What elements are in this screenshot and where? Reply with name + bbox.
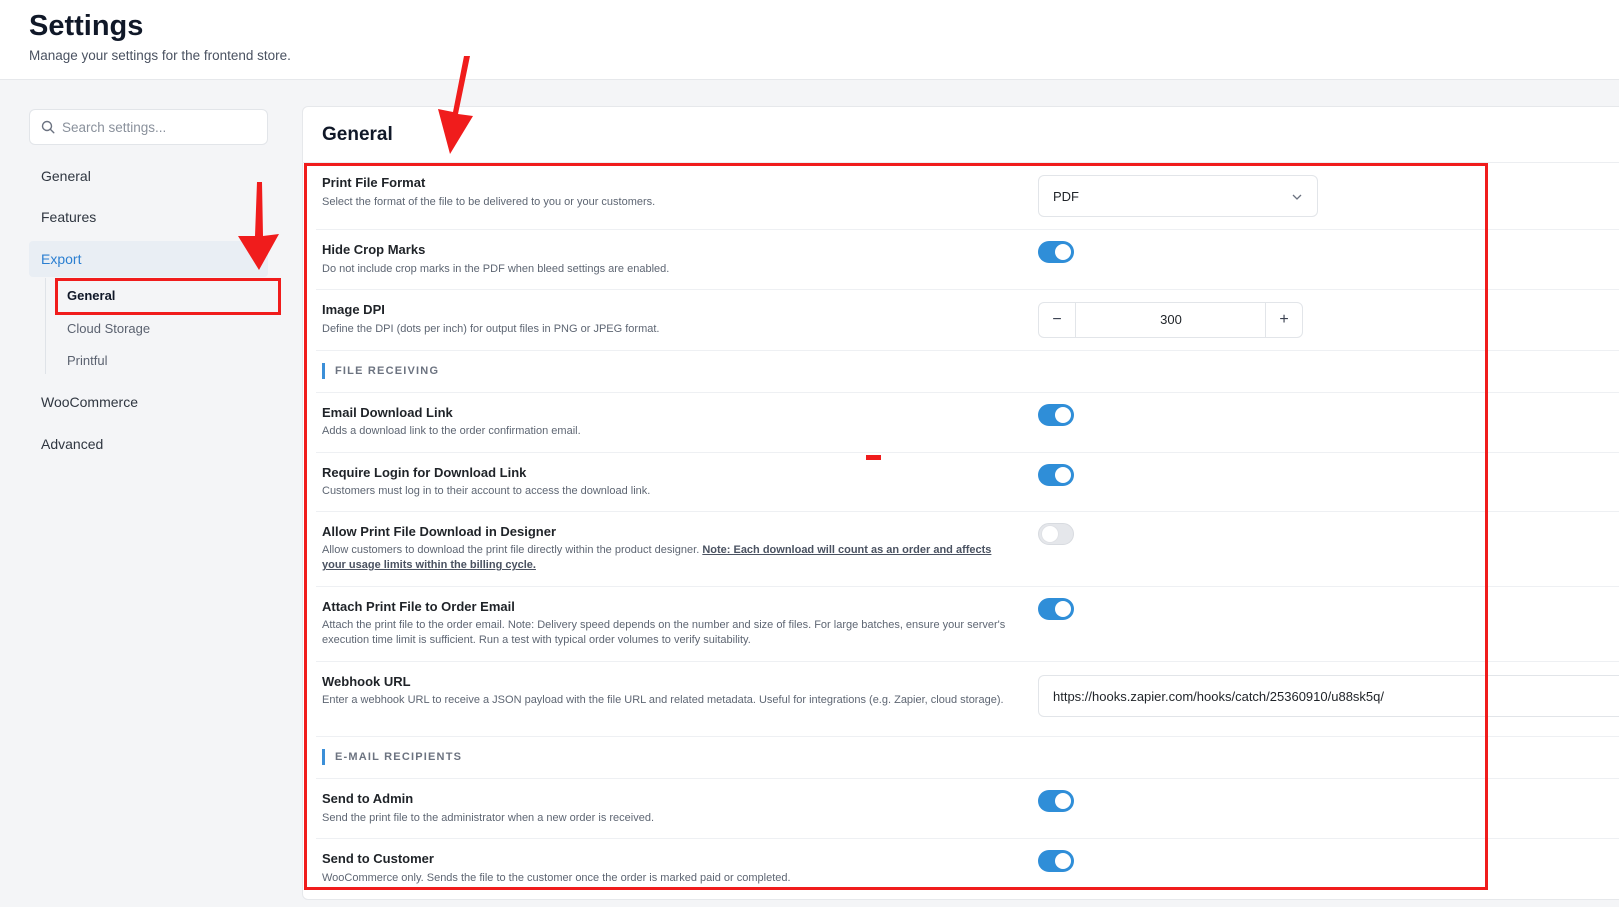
send-to-customer-toggle[interactable] bbox=[1038, 850, 1074, 872]
print-file-format-select[interactable]: PDF bbox=[1038, 175, 1318, 217]
send-to-admin-toggle[interactable] bbox=[1038, 790, 1074, 812]
row-divider bbox=[316, 586, 1619, 587]
annotation-mark bbox=[866, 455, 881, 460]
webhook-url-label: Webhook URL bbox=[322, 674, 411, 689]
sidebar-item-general[interactable]: General bbox=[29, 158, 268, 194]
webhook-url-description: Enter a webhook URL to receive a JSON pa… bbox=[322, 694, 1004, 706]
image-dpi-input[interactable]: 300 bbox=[1077, 303, 1265, 337]
print-file-format-value: PDF bbox=[1053, 189, 1079, 204]
toggle-knob bbox=[1042, 526, 1058, 542]
search-box[interactable] bbox=[29, 109, 268, 145]
subnav-item-printful[interactable]: Printful bbox=[67, 348, 107, 374]
image-dpi-stepper: − 300 + bbox=[1038, 302, 1303, 338]
allow-download-designer-label: Allow Print File Download in Designer bbox=[322, 524, 557, 539]
toggle-knob bbox=[1055, 244, 1071, 260]
allow-download-designer-text: Allow customers to download the print fi… bbox=[322, 544, 700, 556]
sidebar-item-features[interactable]: Features bbox=[29, 199, 268, 235]
toggle-knob bbox=[1055, 793, 1071, 809]
page-title: Settings bbox=[29, 10, 144, 42]
row-divider bbox=[316, 229, 1619, 230]
toggle-knob bbox=[1055, 467, 1071, 483]
webhook-url-input[interactable]: https://hooks.zapier.com/hooks/catch/253… bbox=[1038, 675, 1619, 717]
hide-crop-marks-label: Hide Crop Marks bbox=[322, 242, 426, 257]
toggle-knob bbox=[1055, 407, 1071, 423]
row-divider bbox=[316, 778, 1619, 779]
increment-button[interactable]: + bbox=[1265, 303, 1302, 337]
hide-crop-marks-description: Do not include crop marks in the PDF whe… bbox=[322, 263, 670, 275]
require-login-toggle[interactable] bbox=[1038, 464, 1074, 486]
section-file-receiving: FILE RECEIVING bbox=[322, 363, 439, 379]
toggle-knob bbox=[1055, 853, 1071, 869]
sidebar-item-export[interactable]: Export bbox=[29, 241, 268, 277]
row-divider bbox=[316, 511, 1619, 512]
decrement-button[interactable]: − bbox=[1039, 303, 1076, 337]
attach-print-file-label: Attach Print File to Order Email bbox=[322, 599, 515, 614]
send-to-admin-label: Send to Admin bbox=[322, 791, 414, 806]
allow-download-designer-description: Allow customers to download the print fi… bbox=[322, 543, 1012, 573]
row-divider bbox=[316, 838, 1619, 839]
send-to-customer-description: WooCommerce only. Sends the file to the … bbox=[322, 872, 791, 884]
search-icon bbox=[41, 120, 55, 134]
row-divider bbox=[316, 289, 1619, 290]
settings-panel bbox=[302, 106, 1619, 900]
panel-title: General bbox=[322, 124, 393, 145]
send-to-customer-label: Send to Customer bbox=[322, 851, 434, 866]
search-input[interactable] bbox=[62, 111, 262, 143]
row-divider bbox=[316, 392, 1619, 393]
section-email-recipients: E-MAIL RECIPIENTS bbox=[322, 749, 462, 765]
row-divider bbox=[316, 452, 1619, 453]
require-login-description: Customers must log in to their account t… bbox=[322, 485, 651, 497]
page-subtitle: Manage your settings for the frontend st… bbox=[29, 48, 291, 63]
row-divider bbox=[316, 350, 1619, 351]
require-login-label: Require Login for Download Link bbox=[322, 465, 527, 480]
email-download-link-label: Email Download Link bbox=[322, 405, 453, 420]
email-download-link-description: Adds a download link to the order confir… bbox=[322, 425, 581, 437]
image-dpi-label: Image DPI bbox=[322, 302, 385, 317]
toggle-knob bbox=[1055, 601, 1071, 617]
hide-crop-marks-toggle[interactable] bbox=[1038, 241, 1074, 263]
attach-print-file-toggle[interactable] bbox=[1038, 598, 1074, 620]
row-divider bbox=[316, 736, 1619, 737]
send-to-admin-description: Send the print file to the administrator… bbox=[322, 812, 655, 824]
panel-divider bbox=[302, 162, 1619, 163]
image-dpi-description: Define the DPI (dots per inch) for outpu… bbox=[322, 323, 660, 335]
allow-download-designer-toggle[interactable] bbox=[1038, 523, 1074, 545]
email-download-link-toggle[interactable] bbox=[1038, 404, 1074, 426]
page-header: Settings Manage your settings for the fr… bbox=[0, 0, 1619, 80]
subnav-item-cloud-storage[interactable]: Cloud Storage bbox=[67, 316, 150, 342]
webhook-url-value: https://hooks.zapier.com/hooks/catch/253… bbox=[1053, 689, 1384, 704]
subnav-guide-line bbox=[45, 278, 46, 374]
row-divider bbox=[316, 661, 1619, 662]
sidebar-item-advanced[interactable]: Advanced bbox=[29, 426, 268, 462]
attach-print-file-description: Attach the print file to the order email… bbox=[322, 619, 1006, 646]
print-file-format-description: Select the format of the file to be deli… bbox=[322, 196, 656, 208]
print-file-format-label: Print File Format bbox=[322, 175, 426, 190]
subnav-item-general[interactable]: General bbox=[67, 283, 115, 309]
sidebar-item-woocommerce[interactable]: WooCommerce bbox=[29, 384, 268, 420]
chevron-down-icon bbox=[1292, 194, 1302, 200]
